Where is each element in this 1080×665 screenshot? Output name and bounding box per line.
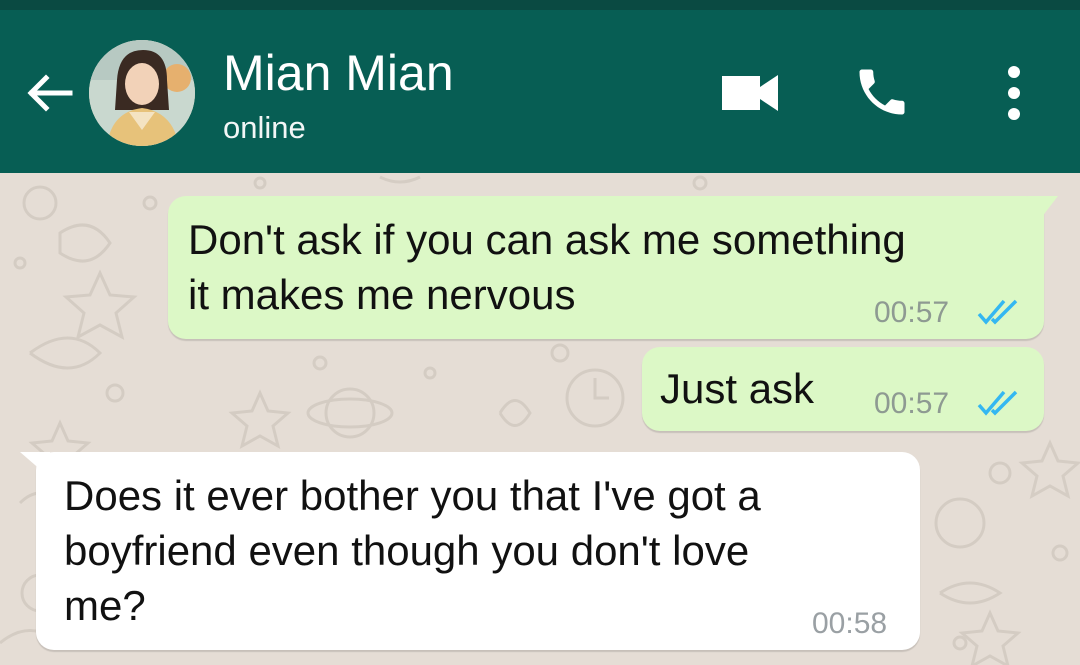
avatar[interactable]	[89, 40, 195, 146]
voice-call-button[interactable]	[852, 62, 912, 122]
more-options-button[interactable]	[996, 62, 1032, 124]
back-button[interactable]	[22, 68, 78, 118]
contact-photo	[89, 40, 195, 146]
message-text-line: boyfriend even though you don't love	[64, 527, 750, 574]
more-vert-icon	[1008, 66, 1020, 120]
message-bubble-incoming[interactable]: Does it ever bother you that I've got a …	[20, 452, 920, 650]
message-text-line: me?	[64, 582, 146, 629]
back-arrow-icon	[27, 74, 73, 112]
bubble-tail	[1028, 196, 1058, 222]
read-receipt-icon	[977, 299, 1018, 325]
contact-name[interactable]: Mian Mian	[223, 43, 454, 103]
message-text-line: Does it ever bother you that I've got a	[64, 472, 761, 519]
message-timestamp: 00:57	[874, 296, 950, 329]
phone-icon	[859, 69, 905, 115]
read-receipt-icon	[977, 390, 1018, 416]
message-text-line: it makes me nervous	[188, 271, 576, 318]
video-call-button[interactable]	[718, 70, 782, 116]
chat-header: Mian Mian online	[0, 10, 1080, 173]
message-timestamp: 00:58	[812, 607, 888, 640]
contact-status: online	[223, 110, 306, 145]
message-timestamp: 00:57	[874, 387, 950, 420]
message-bubble-outgoing[interactable]: Just ask 00:57	[642, 347, 1044, 431]
message-bubble-outgoing[interactable]: Don't ask if you can ask me something it…	[168, 196, 1058, 339]
bubble-tail	[20, 452, 50, 478]
video-camera-icon	[722, 75, 778, 111]
message-list[interactable]: Don't ask if you can ask me something it…	[0, 173, 1080, 665]
message-text-line: Don't ask if you can ask me something	[188, 216, 906, 263]
status-bar-strip	[0, 0, 1080, 10]
message-text-line: Just ask	[660, 365, 815, 412]
